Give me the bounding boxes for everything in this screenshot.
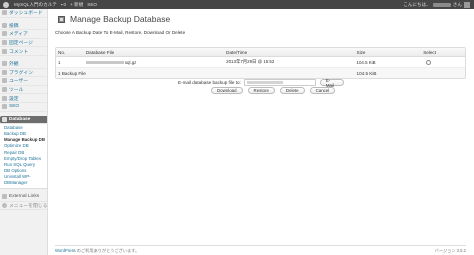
download-button[interactable]: Download <box>211 87 243 94</box>
menu-tools[interactable]: ツール <box>0 86 47 95</box>
email-input[interactable] <box>243 79 316 86</box>
pages-icon <box>2 40 7 46</box>
submenu-uninstall-line2[interactable]: DBManager <box>0 180 47 186</box>
footer-thanks: WordPress のご利用ありがとうございます。 <box>55 248 139 254</box>
restore-button[interactable]: Restore <box>247 87 275 94</box>
menu-plugins[interactable]: プラグイン <box>0 69 47 78</box>
comments-link[interactable]: ▪ 0 <box>61 2 66 7</box>
username-redacted <box>432 2 451 7</box>
menu-seo[interactable]: SEO <box>0 103 47 112</box>
database-icon <box>2 116 7 122</box>
page-header: Manage Backup Database <box>58 14 170 24</box>
backup-table: No. Database File Date/Time Size Select … <box>55 47 466 79</box>
appearance-icon <box>2 61 7 67</box>
row-no: 1 <box>58 59 61 65</box>
admin-bar: MySQL入門のカルテ ▪ 0 + 新規 SEO こんにちは、 さん <box>0 0 474 9</box>
main-content: Manage Backup Database Choose A Backup D… <box>48 9 474 255</box>
menu-label: ユーザー <box>9 79 29 85</box>
footer-count: 1 Backup File <box>58 70 86 76</box>
admin-sidebar: ダッシュボード 投稿 メディア 固定ページ コメント 外観 プラグイン ユーザー… <box>0 9 48 255</box>
comments-count: 0 <box>63 2 67 7</box>
col-select: Select <box>423 49 436 55</box>
menu-posts[interactable]: 投稿 <box>0 22 47 31</box>
menu-label: External Links <box>9 194 40 200</box>
menu-label: プラグイン <box>9 70 33 76</box>
database-icon <box>58 15 65 23</box>
col-file: Database File <box>85 49 115 55</box>
menu-label: メニューを閉じる <box>9 203 48 209</box>
page-footer: WordPress のご利用ありがとうございます。 バージョン 3.5.2 <box>55 245 466 254</box>
menu-users[interactable]: ユーザー <box>0 77 47 86</box>
menu-database[interactable]: Database <box>0 115 47 125</box>
comments-icon <box>2 48 7 54</box>
menu-dashboard[interactable]: ダッシュボード <box>0 9 47 18</box>
table-footer: 1 Backup File 104.5 KiB <box>56 68 465 78</box>
media-icon <box>2 31 7 37</box>
avatar <box>464 1 470 8</box>
submenu-empty-drop-tables[interactable]: Empty/Drop Tables <box>0 156 47 162</box>
email-label: E-mail database backup file to: <box>178 80 241 85</box>
menu-label: 設定 <box>9 96 19 102</box>
posts-icon <box>2 22 7 28</box>
menu-media[interactable]: メディア <box>0 30 47 39</box>
menu-pages[interactable]: 固定ページ <box>0 39 47 48</box>
col-date: Date/Time <box>226 49 248 55</box>
account-menu[interactable]: こんにちは、 さん <box>403 1 470 8</box>
new-content-link[interactable]: + 新規 <box>70 2 83 8</box>
email-redacted <box>246 80 283 85</box>
users-icon <box>2 78 7 84</box>
settings-icon <box>2 95 7 101</box>
menu-label: 固定ページ <box>9 41 33 47</box>
instructions-text: Choose A Backup Date To E-Mail, Restore,… <box>55 30 186 35</box>
footer-thanks-text: のご利用ありがとうございます。 <box>75 248 140 253</box>
greeting-text: こんにちは、 <box>403 1 431 7</box>
menu-label: Database <box>9 116 31 122</box>
col-size: Size <box>356 49 366 55</box>
menu-label: コメント <box>9 49 29 55</box>
comment-bubble-icon: ▪ <box>60 2 63 7</box>
email-row: E-mail database backup file to: E-Mail <box>178 78 344 88</box>
file-extension: sql.gz <box>124 59 137 65</box>
page-title: Manage Backup Database <box>70 14 171 24</box>
wordpress-logo-icon[interactable] <box>3 1 9 8</box>
menu-label: 外観 <box>9 62 19 68</box>
version-text: バージョン 3.5.2 <box>434 248 466 253</box>
row-file: sql.gz <box>85 59 226 65</box>
seo-icon <box>2 104 7 110</box>
col-no: No. <box>58 49 66 55</box>
menu-collapse[interactable]: メニューを閉じる <box>0 202 47 211</box>
email-button[interactable]: E-Mail <box>319 78 344 88</box>
greeting-suffix: さん <box>452 1 462 7</box>
menu-label: ツール <box>9 88 24 94</box>
plugins-icon <box>2 69 7 75</box>
database-submenu: Database Backup DB Manage Backup DB Opti… <box>0 124 47 190</box>
row-select <box>423 59 465 65</box>
filename-redacted <box>85 60 124 65</box>
collapse-icon <box>2 202 7 208</box>
row-date: 2013年7月29日 @ 15:52 <box>226 59 275 64</box>
table-header: No. Database File Date/Time Size Select <box>56 48 465 57</box>
row-size: 104.5 KiB <box>356 59 376 65</box>
menu-appearance[interactable]: 外観 <box>0 60 47 69</box>
select-radio[interactable] <box>426 59 432 65</box>
table-row[interactable]: 1 sql.gz 2013年7月29日 @ 15:52 104.5 KiB <box>56 57 465 68</box>
site-name-link[interactable]: MySQL入門のカルテ <box>14 2 57 8</box>
wordpress-link[interactable]: WordPress <box>55 248 76 253</box>
menu-comments[interactable]: コメント <box>0 47 47 56</box>
dashboard-icon <box>2 10 7 16</box>
menu-external-links[interactable]: External Links <box>0 193 47 202</box>
delete-button[interactable]: Delete <box>279 87 305 94</box>
menu-label: SEO <box>9 104 20 110</box>
seo-link[interactable]: SEO <box>87 2 97 7</box>
menu-settings[interactable]: 設定 <box>0 94 47 103</box>
action-buttons: Download Restore Delete Cancel <box>211 87 336 94</box>
external-links-icon <box>2 194 7 200</box>
menu-label: ダッシュボード <box>9 11 43 17</box>
menu-label: 投稿 <box>9 23 19 29</box>
tools-icon <box>2 87 7 93</box>
footer-total: 104.5 KiB <box>356 70 377 76</box>
cancel-button[interactable]: Cancel <box>309 87 336 94</box>
menu-label: メディア <box>9 32 28 38</box>
